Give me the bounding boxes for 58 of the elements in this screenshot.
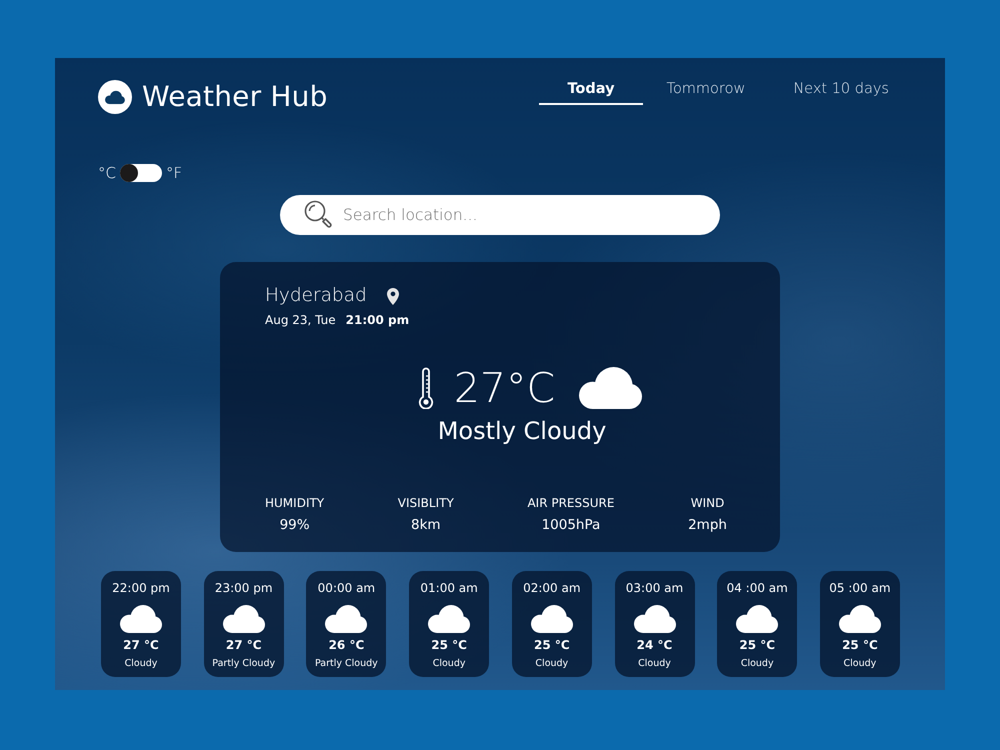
hour-time: 05 :00 am [829,581,891,595]
stat-value: 8km [411,517,441,533]
hour-time: 00:00 am [318,581,376,595]
tab[interactable]: Tommorow [642,80,770,105]
cloud-icon [838,605,881,633]
date-text: Aug 23, Tue [265,312,336,328]
cloud-icon [120,605,162,633]
stat-label: VISIBLITY [398,496,454,510]
hour-temperature: 27 °C [123,638,159,652]
tab[interactable]: Today [539,80,643,105]
hour-condition: Cloudy [535,658,568,670]
cloud-icon [634,605,676,633]
cloud-icon [325,605,368,633]
hour-temperature: 25 °C [431,638,467,652]
cloud-icon [222,605,265,633]
cloud-logo-icon [98,80,132,114]
stat-value: 99% [280,517,310,533]
hour-temperature: 25 °C [534,638,570,652]
location-pin-icon [386,288,399,304]
hour-condition: Cloudy [638,658,671,670]
unit-toggle[interactable] [120,164,162,182]
celsius-label: °C [98,164,116,182]
thermometer-icon [418,367,434,409]
cloud-icon [428,605,470,633]
stat-label: AIR PRESSURE [527,496,614,510]
hour-time: 01:00 am [420,581,478,595]
hour-time: 04 :00 am [726,581,788,595]
hour-temperature: 27 °C [226,638,262,652]
hour-time: 23:00 pm [214,581,273,595]
search-icon [304,200,332,229]
condition-text: Mostly Cloudy [438,416,606,446]
hour-condition: Partly Cloudy [315,658,378,670]
tab[interactable]: Next 10 days [769,80,913,105]
app-title: Weather Hub [142,79,328,114]
cloud-icon [530,605,573,633]
hour-time: 22:00 pm [112,581,170,595]
hour-temperature: 25 °C [842,638,878,652]
hour-condition: Cloudy [124,658,158,670]
fahrenheit-label: °F [166,164,182,182]
stat-label: HUMIDITY [265,496,324,510]
stat-value: 1005hPa [542,517,600,533]
cloud-icon [579,367,642,409]
search-field[interactable]: Search location... [280,195,720,235]
hour-condition: Cloudy [844,658,876,670]
hour-temperature: 25 °C [739,638,776,652]
city-name: Hyderabad [265,284,367,308]
time-text: 21:00 pm [346,312,410,328]
hour-condition: Cloudy [740,658,774,670]
hour-temperature: 26 °C [328,638,364,652]
hour-temperature: 24 °C [636,638,672,652]
hour-condition: Partly Cloudy [212,658,276,670]
temperature-text: 27°C [454,366,556,410]
hour-time: 02:00 am [523,581,581,595]
cloud-icon [736,605,778,633]
hour-time: 03:00 am [626,581,684,595]
stat-value: 2mph [688,517,727,533]
stat-label: WIND [690,496,724,510]
hour-condition: Cloudy [432,658,466,670]
